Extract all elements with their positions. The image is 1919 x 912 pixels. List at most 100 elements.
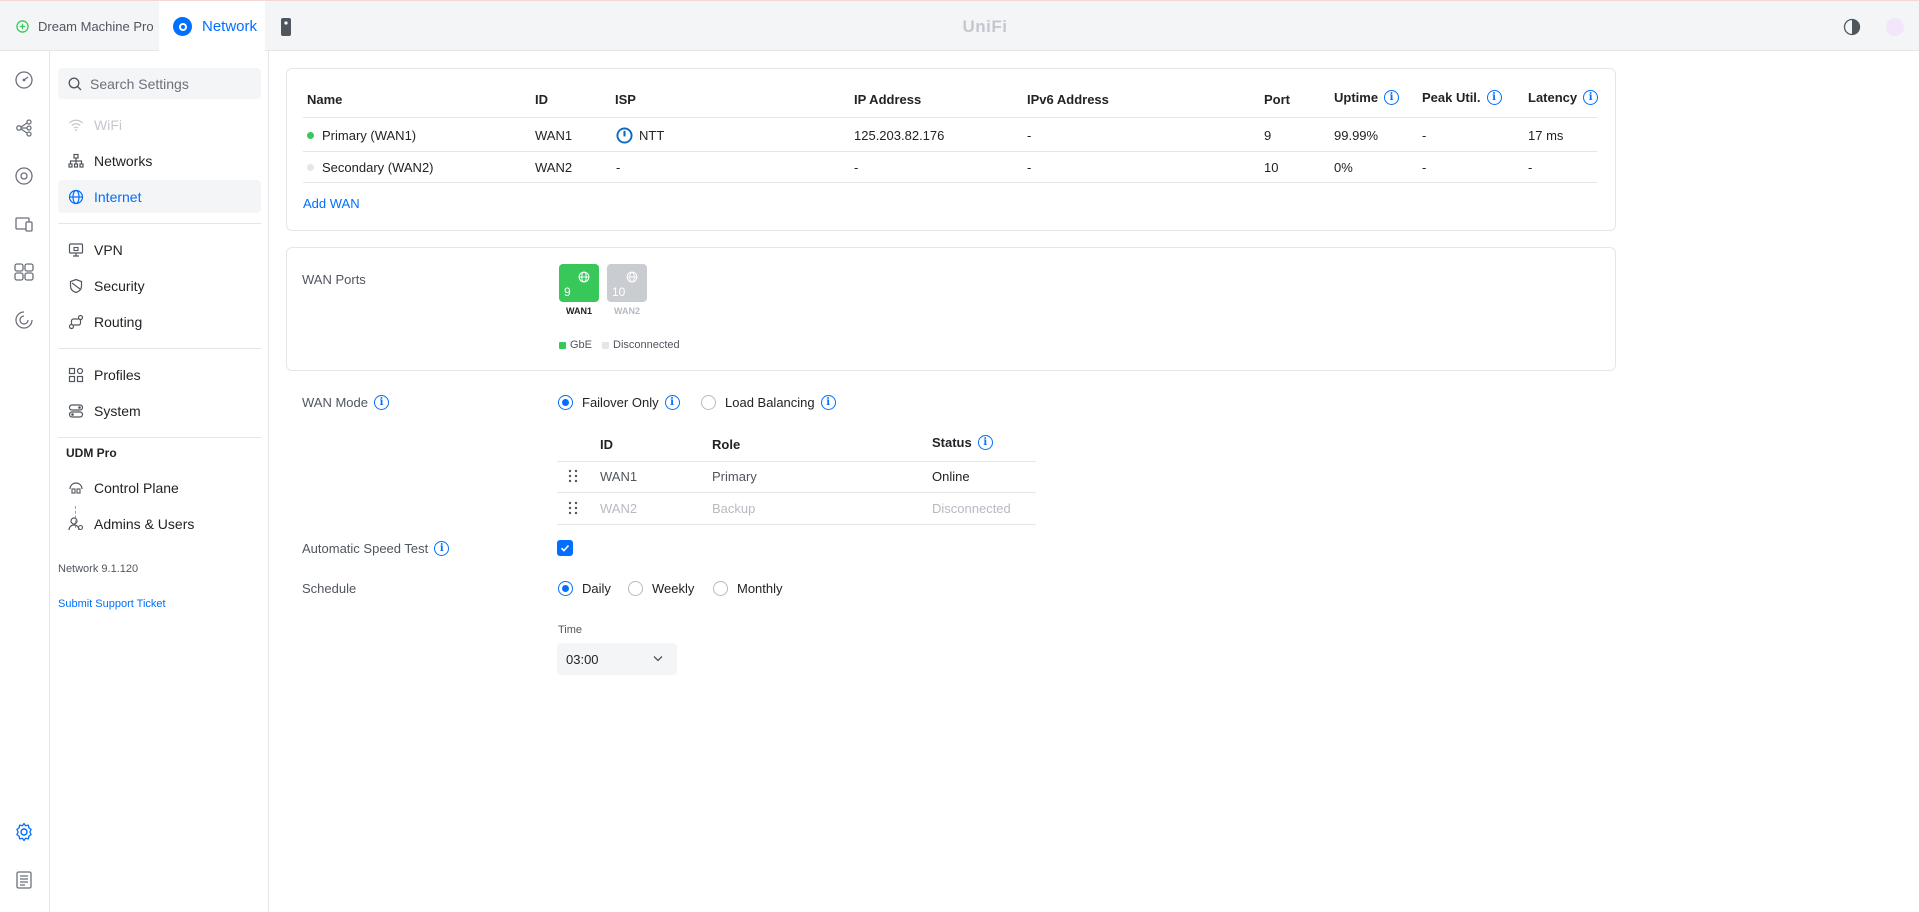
drag-handle-icon[interactable] xyxy=(568,501,578,515)
search-box[interactable] xyxy=(58,68,261,99)
sidebar-item-label: Admins & Users xyxy=(94,515,195,532)
failover-col-id: ID xyxy=(600,437,613,452)
radio-daily[interactable]: Daily xyxy=(558,581,611,596)
failover-col-status: Status i xyxy=(932,435,993,450)
radio-load-balancing[interactable]: Load Balancing i xyxy=(701,395,836,410)
submit-support-ticket-link[interactable]: Submit Support Ticket xyxy=(58,598,166,610)
failover-row-id: WAN1 xyxy=(600,468,638,484)
info-icon[interactable]: i xyxy=(434,541,450,556)
legend-gbe: GbE xyxy=(559,339,592,351)
logs-icon[interactable] xyxy=(13,869,35,891)
avatar[interactable] xyxy=(1886,18,1904,36)
drag-handle-icon[interactable] xyxy=(568,469,578,483)
legend-swatch xyxy=(559,341,566,349)
brand-logo: UniFi xyxy=(962,17,1008,36)
col-header-isp: ISP xyxy=(615,92,636,107)
topology-icon[interactable] xyxy=(13,117,35,139)
info-icon[interactable]: i xyxy=(664,395,680,410)
wan-row-isp: - xyxy=(616,159,621,175)
wan-row-peak: - xyxy=(1422,127,1427,143)
wan-table-card: Name ID ISP IP Address IPv6 Address Port… xyxy=(286,68,1616,231)
radio-failover-only[interactable]: Failover Only i xyxy=(558,395,680,410)
speed-test-checkbox[interactable] xyxy=(557,540,573,556)
sidebar-item-system[interactable]: System xyxy=(58,394,261,427)
sidebar-item-label: System xyxy=(94,402,141,419)
add-wan-link[interactable]: Add WAN xyxy=(303,196,360,211)
sidebar-item-label: Control Plane xyxy=(94,479,179,496)
failover-row-role: Primary xyxy=(712,468,757,484)
radio-indicator xyxy=(713,581,728,596)
sidebar-item-label: Internet xyxy=(94,188,142,205)
port-name: WAN1 xyxy=(565,306,592,316)
sidebar-item-networks[interactable]: Networks xyxy=(58,144,261,177)
wan-row-port: 9 xyxy=(1264,127,1272,143)
sidebar-item-profiles[interactable]: Profiles xyxy=(58,358,261,391)
wan-mode-label: WAN Mode i xyxy=(302,395,389,410)
sidebar-item-vpn[interactable]: VPN xyxy=(58,233,261,266)
info-icon[interactable]: i xyxy=(820,395,836,410)
col-header-ipv6: IPv6 Address xyxy=(1027,92,1109,107)
wifi-icon xyxy=(69,119,83,131)
wan2-port-tile[interactable]: 10 xyxy=(607,264,647,302)
ports-icon[interactable] xyxy=(13,261,35,283)
wan-row-peak: - xyxy=(1422,159,1427,175)
col-header-peak-label: Peak Util. xyxy=(1422,90,1481,105)
failover-row-status: Online xyxy=(932,468,970,484)
theme-toggle-icon[interactable] xyxy=(1843,18,1861,39)
info-icon[interactable]: i xyxy=(373,395,389,410)
wan-row-name[interactable]: Primary (WAN1) xyxy=(307,124,416,146)
table-divider xyxy=(557,524,1036,525)
info-icon[interactable]: i xyxy=(1486,90,1502,105)
sidebar-item-wifi[interactable]: WiFi xyxy=(58,108,261,141)
col-header-latency: Latency i xyxy=(1528,90,1599,105)
radio-weekly[interactable]: Weekly xyxy=(628,581,694,596)
table-divider xyxy=(557,492,1036,493)
info-icon[interactable]: i xyxy=(1384,90,1400,105)
wan1-port-tile[interactable]: 9 xyxy=(559,264,599,302)
legend-disconnected: Disconnected xyxy=(602,339,680,351)
sidebar-item-admins-users[interactable]: Admins & Users xyxy=(58,507,261,540)
wan-row-uptime: 99.99% xyxy=(1334,127,1379,143)
col-header-name: Name xyxy=(307,92,343,107)
radio-label: Monthly xyxy=(737,581,783,596)
failover-row-id: WAN2 xyxy=(600,500,638,516)
control-plane-icon xyxy=(69,481,83,494)
wan-row-name[interactable]: Secondary (WAN2) xyxy=(307,156,434,178)
radio-monthly[interactable]: Monthly xyxy=(713,581,783,596)
info-icon[interactable]: i xyxy=(977,435,993,450)
search-input[interactable] xyxy=(90,75,250,92)
admin-user-icon xyxy=(68,516,84,530)
devices-icon[interactable] xyxy=(13,165,35,187)
sidebar-divider xyxy=(58,348,261,349)
clients-icon[interactable] xyxy=(13,213,35,235)
wan-row-ip: - xyxy=(854,159,859,175)
dashboard-icon[interactable] xyxy=(13,69,35,91)
wan-row-isp: NTT xyxy=(616,124,664,146)
settings-gear-icon[interactable] xyxy=(13,821,35,843)
offline-status-dot xyxy=(307,163,314,171)
insights-icon[interactable] xyxy=(13,309,35,331)
col-header-peak: Peak Util. i xyxy=(1422,90,1502,105)
routing-icon xyxy=(68,314,84,329)
time-select[interactable]: 03:00 xyxy=(557,643,677,675)
sidebar-item-routing[interactable]: Routing xyxy=(58,305,261,338)
radio-selected-indicator xyxy=(558,581,573,596)
col-header-id: ID xyxy=(535,92,548,107)
settings-sidebar: WiFi Networks Internet VPN Security Rout… xyxy=(50,51,269,912)
globe-icon xyxy=(578,271,590,283)
radio-label: Failover Only xyxy=(582,395,659,410)
legend-label: Disconnected xyxy=(613,339,680,351)
profiles-icon xyxy=(68,367,84,382)
wan-row-ipv6: - xyxy=(1027,159,1032,175)
sidebar-item-security[interactable]: Security xyxy=(58,269,261,302)
col-header-port: Port xyxy=(1264,92,1290,107)
wan-row-latency: 17 ms xyxy=(1528,127,1564,143)
globe-icon xyxy=(626,271,638,283)
info-icon[interactable]: i xyxy=(1583,90,1599,105)
port-name: WAN2 xyxy=(613,306,640,316)
top-bar: Dream Machine Pro Network UniFi xyxy=(0,0,1919,52)
sidebar-item-control-plane[interactable]: Control Plane xyxy=(58,471,261,504)
sidebar-item-internet[interactable]: Internet xyxy=(58,180,261,213)
wan-name-label: Primary (WAN1) xyxy=(322,127,417,143)
sidebar-item-label: VPN xyxy=(94,241,123,258)
